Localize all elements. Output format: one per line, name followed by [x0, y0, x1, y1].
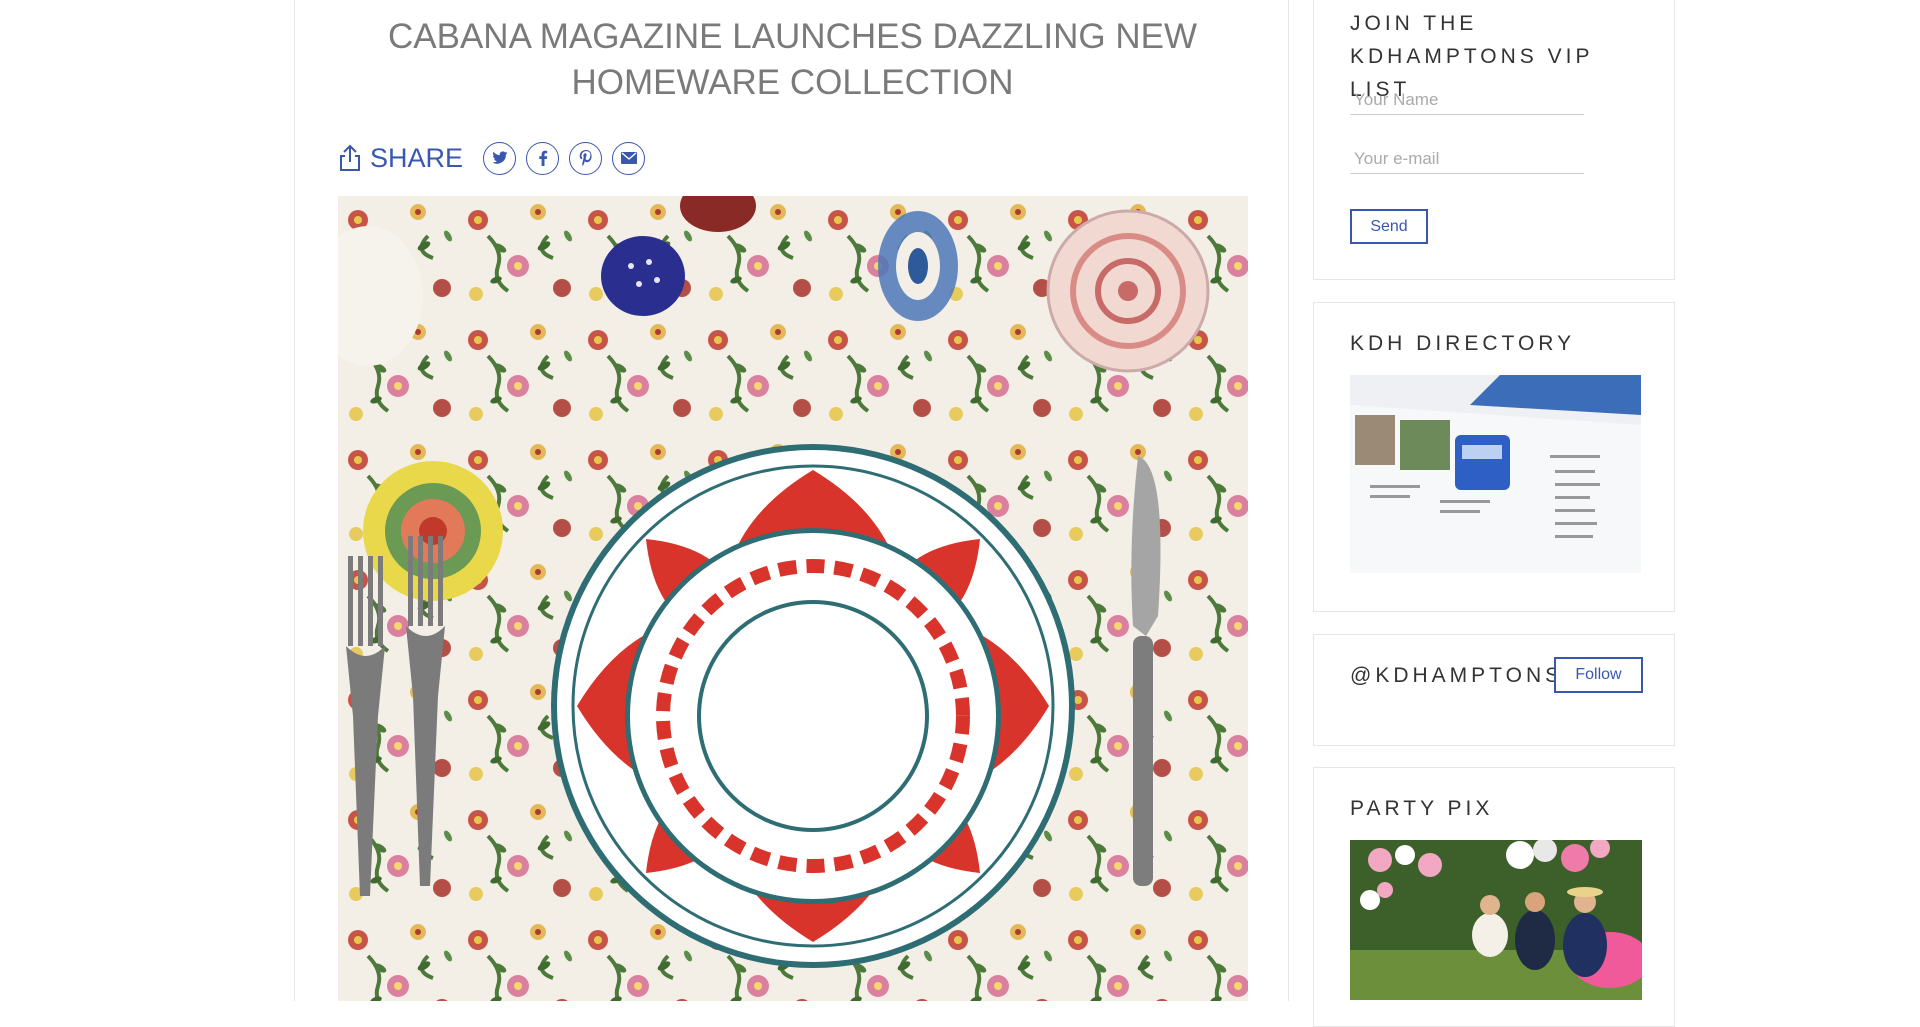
party-pix-heading: PARTY PIX — [1350, 797, 1494, 820]
send-button[interactable]: Send — [1350, 209, 1428, 244]
party-pix-box: PARTY PIX — [1313, 767, 1675, 1027]
party-pix-image[interactable] — [1350, 840, 1642, 1000]
facebook-button[interactable] — [526, 141, 560, 175]
email-button[interactable] — [612, 141, 646, 175]
article-title: CABANA MAGAZINE LAUNCHES DAZZLING NEW HO… — [387, 17, 1198, 102]
vip-list-box: JOIN THE KDHAMPTONS VIP LIST Send — [1313, 0, 1675, 280]
share-row: SHARE — [338, 138, 655, 178]
directory-image[interactable] — [1350, 375, 1641, 573]
pinterest-button[interactable] — [569, 141, 603, 175]
instagram-box: @KDHAMPTONS Follow — [1313, 634, 1675, 746]
facebook-icon — [538, 150, 547, 166]
directory-screenshot-illustration — [1350, 375, 1641, 573]
email-icon — [620, 152, 637, 164]
twitter-icon — [491, 151, 508, 164]
twitter-button[interactable] — [483, 141, 517, 175]
instagram-handle: @KDHAMPTONS — [1350, 664, 1564, 687]
directory-heading: KDH DIRECTORY — [1350, 332, 1576, 355]
directory-box: KDH DIRECTORY — [1313, 302, 1675, 612]
share-button[interactable]: SHARE — [338, 143, 463, 174]
pinterest-icon — [579, 150, 592, 166]
party-photo-illustration — [1350, 840, 1642, 1000]
name-input[interactable] — [1350, 85, 1584, 115]
email-input[interactable] — [1350, 144, 1584, 174]
share-label: SHARE — [370, 142, 464, 173]
follow-button[interactable]: Follow — [1554, 657, 1643, 693]
share-icon — [340, 144, 360, 171]
table-setting-illustration — [338, 196, 1248, 1001]
hero-image — [338, 196, 1248, 1001]
